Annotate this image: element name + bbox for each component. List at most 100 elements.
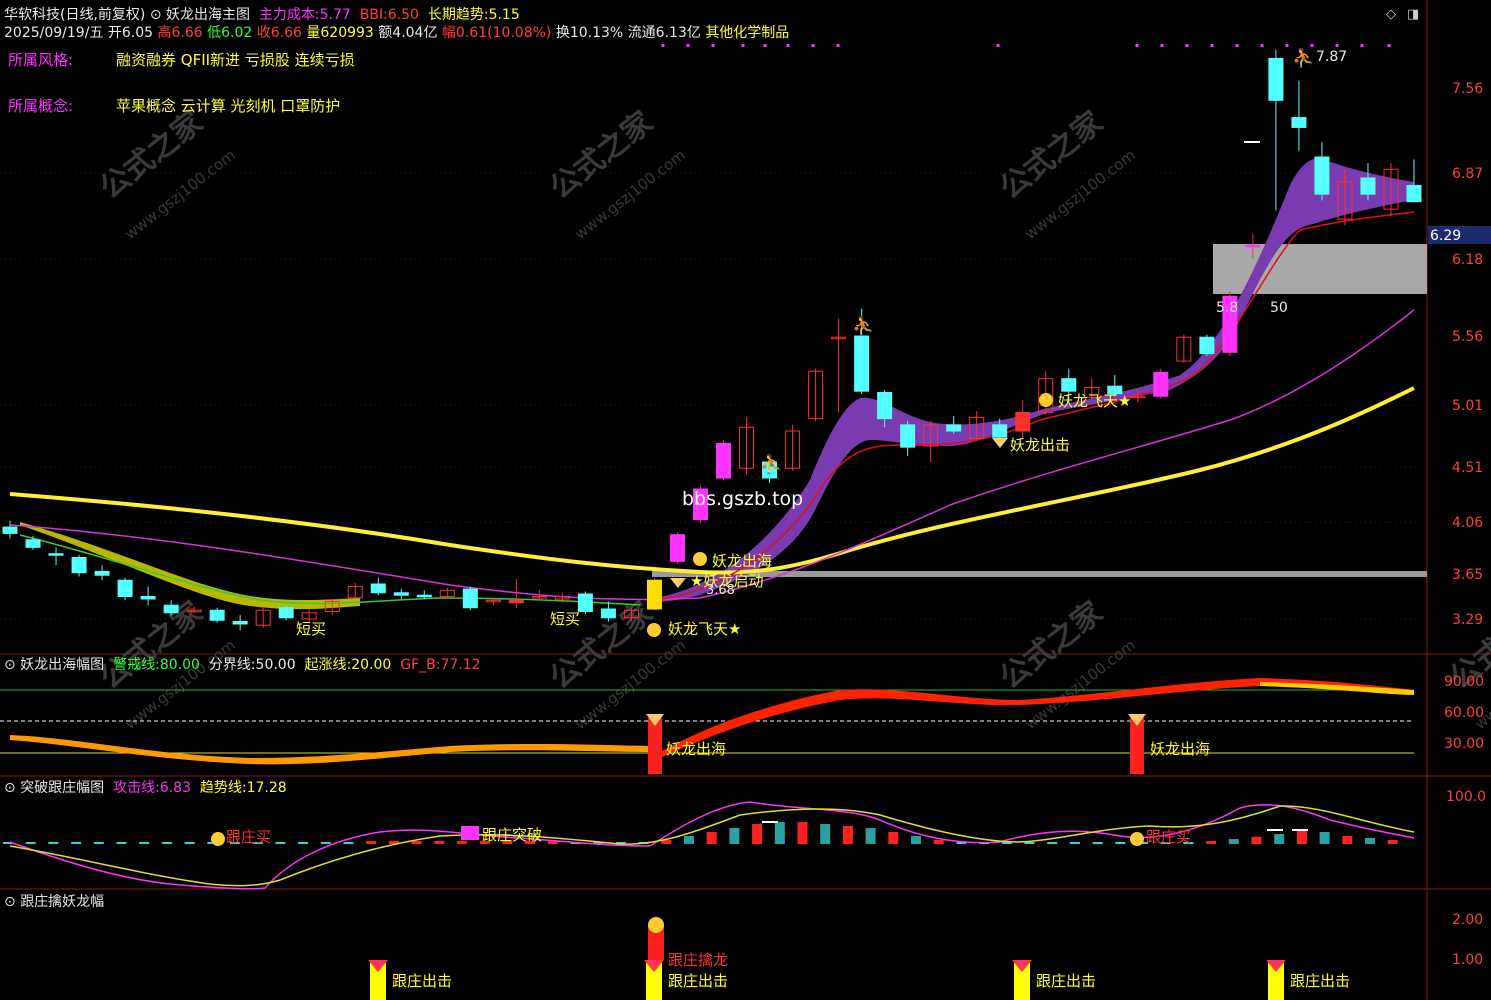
chevron-down-icon[interactable]: ⊙: [4, 894, 16, 910]
panel2-axis-label: 100.0: [1446, 789, 1486, 805]
gift-icon: [461, 826, 479, 840]
candle: [1176, 334, 1192, 363]
signal-dot: [1387, 44, 1391, 47]
panel1-gfb-value: 77.12: [440, 657, 481, 673]
runner-icon: ⛹: [852, 315, 874, 337]
panel1-signal-bar-1: [648, 718, 662, 774]
candle: [255, 607, 271, 628]
panel1-rise-value: 20.00: [351, 657, 392, 673]
style-value-row: 融资融券 QFII新进 亏损股 连续亏损: [116, 51, 355, 69]
signal-dot: [1185, 44, 1189, 47]
short-buy-1: 短买: [296, 620, 326, 638]
yao-chuji-label: 妖龙出击: [1010, 436, 1070, 454]
panel2-attack-label: 攻击线:: [113, 780, 160, 796]
panel1-title[interactable]: 妖龙出海幅图: [20, 657, 104, 673]
panel2-buy-label-2: 跟庄买: [1146, 828, 1191, 846]
money-bag-icon: [648, 917, 664, 933]
price-axis-label: 6.18: [1452, 252, 1483, 268]
candle: [577, 591, 593, 614]
money-bag-icon: [1130, 832, 1144, 846]
candle: [946, 416, 962, 434]
candle: [1291, 80, 1307, 151]
green-ma-line: [19, 534, 641, 606]
panel2-bar: [933, 840, 944, 844]
candle: [140, 586, 156, 606]
chevron-down-icon[interactable]: ⊙: [150, 7, 162, 23]
panel2-trend-line: [9, 805, 1415, 887]
panel2-bar: [729, 828, 740, 844]
signal-dot: [1310, 44, 1314, 47]
stock-name[interactable]: 华软科技(日线,前复权): [4, 7, 145, 23]
quote-amount: 额4.04亿: [378, 25, 438, 41]
style-value: 融资融券 QFII新进 亏损股 连续亏损: [116, 51, 355, 69]
panel2-bar: [1206, 841, 1217, 844]
candle: [48, 547, 64, 566]
signal-dot: [763, 44, 767, 47]
candle: [209, 607, 225, 623]
price-axis: 7.56 6.87 6.18 5.56 5.01 4.51 4.06 3.65 3.29: [1452, 81, 1483, 628]
candle: [1153, 368, 1169, 399]
panel3-axis: 2.00 1.00: [1452, 912, 1483, 968]
candle: [94, 565, 110, 581]
diamond-toggle-icon[interactable]: ◇: [1386, 7, 1396, 22]
quote-change: 幅0.61(10.08%): [441, 25, 552, 41]
panel2-bar: [116, 842, 127, 844]
signal-dot: [1335, 44, 1339, 47]
signal-dot: [1210, 44, 1214, 47]
panel3-exit-label-1: 跟庄出击: [392, 972, 452, 990]
chart-canvas: 公式之家www.gszj100.com 公式之家www.gszj100.com 公式…: [0, 0, 1491, 1000]
style-label: 所属风格:: [8, 51, 74, 69]
candle: [739, 417, 755, 475]
window-toggle-icon[interactable]: ◨: [1407, 7, 1419, 22]
candle: [278, 605, 294, 621]
yao-qidong-label: ★妖龙启动: [690, 572, 763, 590]
signal-dots: [661, 44, 1391, 47]
panel2-title[interactable]: 突破跟庄幅图: [20, 780, 104, 796]
quote-date: 2025/09/19/五: [4, 25, 104, 41]
panel2-bar: [25, 842, 36, 844]
panel-yaolong-amplitude: 妖龙出海 妖龙出海: [0, 678, 1414, 774]
signal-dot: [711, 44, 715, 47]
watermark-site: bbs.gszb.top: [682, 488, 803, 510]
header-row-2: 2025/09/19/五 开6.05 高6.66 低6.02 收6.66 量62…: [4, 24, 789, 42]
panel2-trend-label: 趋势线:: [199, 780, 247, 796]
chevron-down-icon[interactable]: ⊙: [4, 657, 16, 673]
signal-dot: [786, 44, 790, 47]
bbi-label: BBI:: [359, 7, 388, 23]
diamond-icon: [670, 578, 686, 588]
quote-industry: 其他化学制品: [705, 25, 790, 41]
panel1-axis-label: 30.00: [1444, 736, 1484, 752]
signal-dot: [811, 44, 815, 47]
quote-close: 收6.66: [256, 25, 302, 41]
annotation-5-8: 5.8: [1216, 300, 1238, 316]
moving-average-lines: [9, 211, 1415, 606]
panel2-bar: [1319, 832, 1330, 844]
candle: [1015, 399, 1031, 438]
candle: [669, 532, 685, 564]
candle: [1199, 334, 1215, 357]
panel3-axis-label: 2.00: [1452, 912, 1483, 928]
current-price-tag: 6.29: [1430, 228, 1461, 244]
panel3-catch-label: 跟庄擒龙: [668, 951, 728, 969]
yao-feitian-label-1: 妖龙飞天★: [668, 620, 741, 638]
panel3-title[interactable]: 跟庄擒妖龙幅: [20, 894, 104, 910]
panel1-signal-label-1: 妖龙出海: [666, 740, 726, 758]
candle: [25, 535, 41, 550]
long-trend-label: 长期趋势:: [427, 7, 489, 23]
panel2-bar: [457, 841, 467, 844]
chevron-down-icon[interactable]: ⊙: [4, 780, 16, 796]
panel2-bar: [1365, 838, 1375, 844]
resistance-zone-box: [1213, 244, 1427, 294]
main-annotations: 7.87 5.8 50 3.68 短买 短买 妖龙出海 ★妖龙启动 妖龙飞天★ …: [296, 49, 1347, 638]
support-line-band: [652, 571, 1427, 577]
quote-low: 低6.02: [207, 25, 253, 41]
yellow-band: [20, 522, 360, 610]
indicator-name[interactable]: 妖龙出海主图: [166, 7, 250, 23]
panel2-bar: [411, 841, 422, 844]
price-axis-label: 3.29: [1452, 612, 1483, 628]
main-cost-value: 5.77: [319, 7, 351, 23]
candle: [1406, 159, 1422, 203]
quote-open: 开6.05: [107, 25, 154, 41]
quote-volume: 量620993: [306, 25, 374, 41]
price-axis-label: 5.56: [1452, 329, 1483, 345]
